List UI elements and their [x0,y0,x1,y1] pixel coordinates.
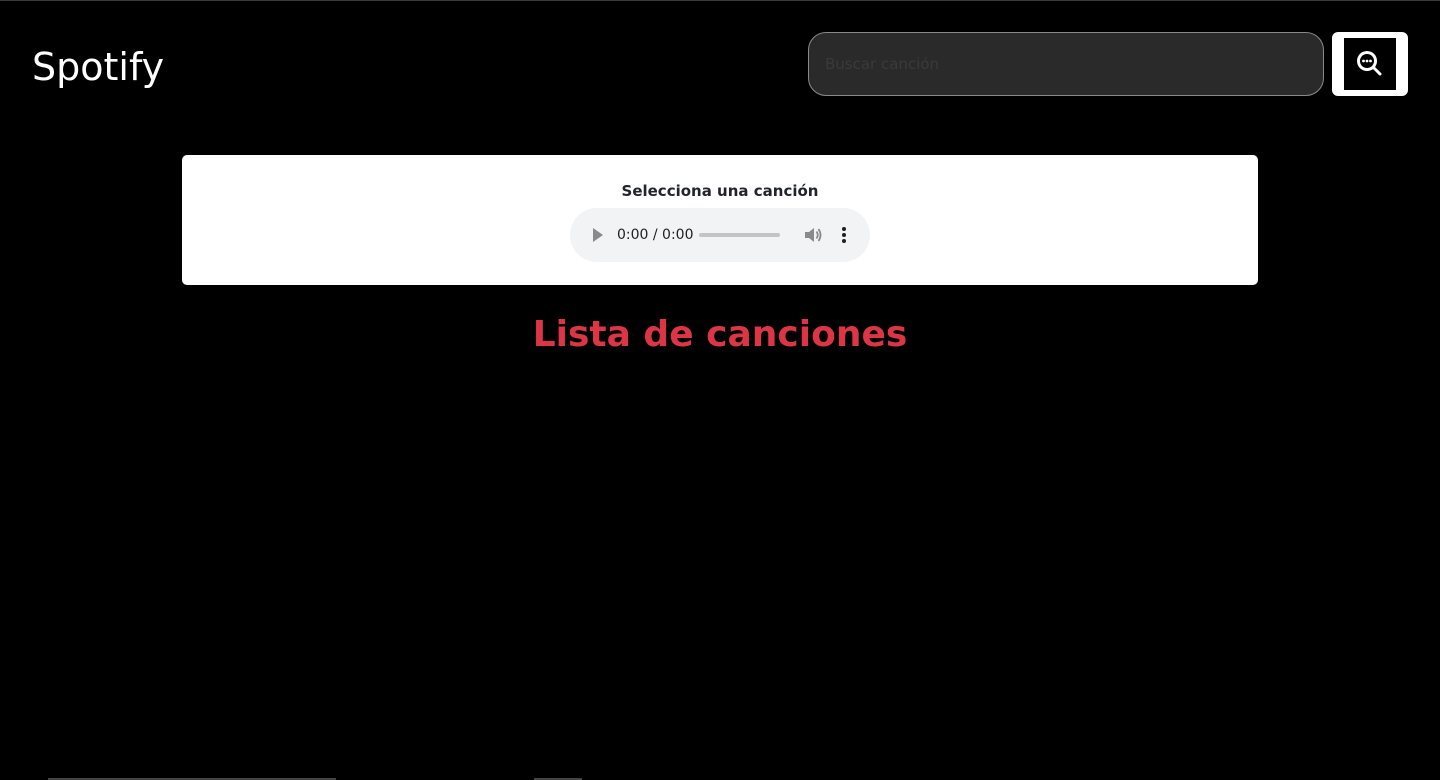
search-input[interactable] [808,32,1324,96]
play-icon[interactable] [588,225,608,245]
page: Spotify Selecciona una canción 0:00 / 0:… [0,0,1440,780]
more-options-icon[interactable] [836,224,852,246]
brand-logo-text: Spotify [32,45,165,89]
player-card: Selecciona una canción 0:00 / 0:00 [182,155,1258,285]
audio-time: 0:00 / 0:00 [617,227,694,243]
audio-progress-bar[interactable] [699,233,780,237]
search-icon [1344,38,1396,90]
audio-player[interactable]: 0:00 / 0:00 [570,208,870,262]
player-title: Selecciona una canción [621,182,819,200]
volume-icon[interactable] [802,224,824,246]
search-button[interactable] [1332,32,1408,96]
song-list-title: Lista de canciones [532,314,908,355]
